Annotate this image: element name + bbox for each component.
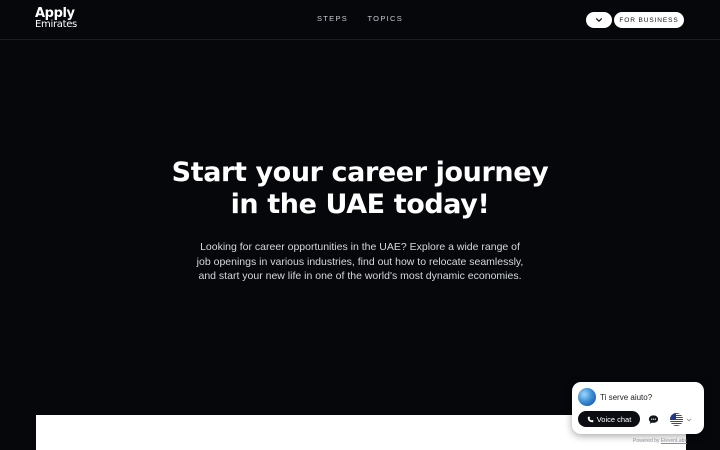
chat-bubble-icon[interactable]	[648, 414, 659, 425]
menu-dropdown-button[interactable]	[586, 12, 612, 28]
assistant-avatar	[578, 388, 596, 406]
powered-by-text: Powered by	[633, 438, 660, 444]
main-nav: STEPS TOPICS	[0, 14, 720, 23]
nav-link-steps[interactable]: STEPS	[317, 14, 348, 23]
powered-by: Powered by ElevenLabs	[633, 438, 687, 444]
us-flag-icon[interactable]	[670, 413, 683, 426]
language-chevron-icon[interactable]	[686, 417, 692, 423]
chevron-down-icon	[595, 18, 603, 22]
site-header: Apply Emirates STEPS TOPICS FOR BUSINESS	[0, 0, 720, 40]
phone-icon	[587, 416, 593, 422]
hero-title-line-1: Start your career journey	[171, 157, 549, 188]
powered-by-link[interactable]: ElevenLabs	[661, 438, 687, 444]
chat-widget: Ti serve aiuto? Voice chat	[572, 382, 704, 434]
nav-link-topics[interactable]: TOPICS	[367, 14, 403, 23]
page: Apply Emirates STEPS TOPICS FOR BUSINESS…	[0, 0, 720, 450]
hero-title-line-2: in the UAE today!	[230, 189, 490, 220]
hero-description: Looking for career opportunities in the …	[196, 241, 524, 282]
hero-title: Start your career journey in the UAE tod…	[0, 157, 720, 221]
voice-chat-label: Voice chat	[596, 414, 632, 424]
for-business-button[interactable]: FOR BUSINESS	[614, 12, 684, 28]
voice-chat-button[interactable]: Voice chat	[578, 411, 640, 427]
chat-question: Ti serve aiuto?	[600, 393, 653, 402]
